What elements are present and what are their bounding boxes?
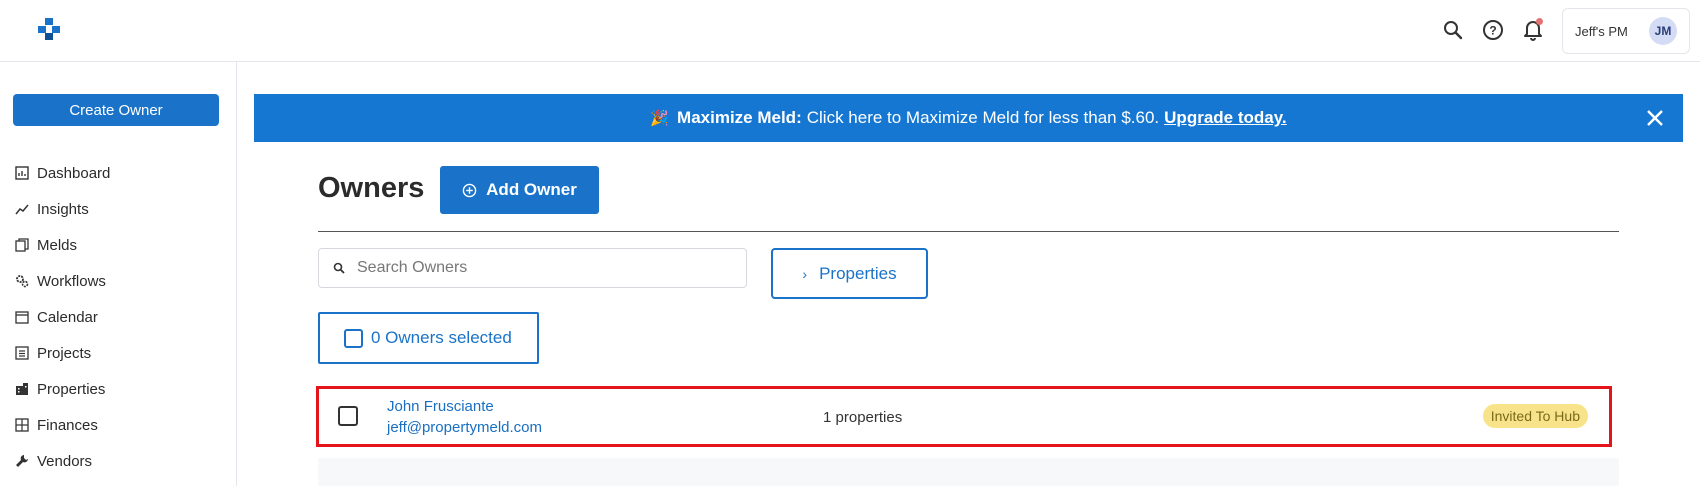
- owner-name-link[interactable]: John Frusciante: [387, 398, 494, 415]
- owner-email-link[interactable]: jeff@propertymeld.com: [387, 419, 542, 436]
- sidebar-item-label: Vendors: [37, 452, 93, 470]
- add-owner-button[interactable]: Add Owner: [440, 166, 599, 214]
- account-menu[interactable]: Jeff's PM JM: [1562, 8, 1690, 54]
- sidebar-item-label: Calendar: [37, 308, 98, 326]
- table-row[interactable]: John Frusciante jeff@propertymeld.com 1 …: [316, 386, 1612, 447]
- property-meld-logo[interactable]: [36, 17, 62, 43]
- owner-properties-count: 1 properties: [823, 409, 903, 426]
- sidebar-item-label: Workflows: [37, 272, 106, 290]
- add-owner-label: Add Owner: [486, 180, 577, 199]
- page-title: Owners: [318, 172, 425, 204]
- dashboard-icon: [14, 165, 30, 181]
- insights-icon: [14, 201, 30, 217]
- close-icon[interactable]: [1645, 108, 1665, 128]
- sidebar-item-label: Properties: [37, 380, 106, 398]
- notification-dot: [1536, 18, 1543, 25]
- avatar: JM: [1649, 17, 1677, 45]
- row-checkbox[interactable]: [338, 406, 358, 426]
- sidebar-item-projects[interactable]: Projects: [0, 335, 236, 371]
- account-name: Jeff's PM: [1575, 23, 1628, 39]
- plus-circle-icon: [462, 183, 477, 197]
- search-box[interactable]: [318, 248, 747, 288]
- projects-icon: [14, 345, 30, 361]
- sidebar: Create Owner Dashboard Insights Melds Wo…: [0, 62, 237, 486]
- sidebar-item-label: Finances: [37, 416, 98, 434]
- select-all-checkbox[interactable]: [344, 328, 363, 348]
- properties-filter-label: Properties: [819, 263, 897, 283]
- chevron-right-icon: ›: [802, 265, 808, 282]
- top-bar: ? Jeff's PM JM: [0, 0, 1700, 62]
- sidebar-item-melds[interactable]: Melds: [0, 227, 236, 263]
- sidebar-item-vendors[interactable]: Vendors: [0, 443, 236, 479]
- properties-icon: [14, 381, 30, 397]
- upgrade-banner[interactable]: 🎉 Maximize Meld: Click here to Maximize …: [254, 94, 1683, 142]
- sidebar-item-label: Dashboard: [37, 164, 111, 182]
- create-owner-button[interactable]: Create Owner: [13, 94, 219, 126]
- workflows-icon: [14, 273, 30, 289]
- vendors-icon: [14, 453, 30, 469]
- sidebar-item-properties[interactable]: Properties: [0, 371, 236, 407]
- sidebar-item-insights[interactable]: Insights: [0, 191, 236, 227]
- status-badge: Invited To Hub: [1482, 404, 1588, 428]
- sidebar-item-label: Melds: [37, 236, 78, 254]
- search-owners-input[interactable]: [357, 259, 727, 277]
- banner-text: Click here to Maximize Meld for less tha…: [806, 108, 1160, 127]
- search-icon: [333, 262, 345, 274]
- upgrade-link[interactable]: Upgrade today.: [1164, 108, 1286, 128]
- search-icon[interactable]: [1440, 17, 1466, 43]
- divider: [318, 231, 1619, 232]
- next-row-placeholder: [318, 458, 1619, 486]
- sidebar-item-workflows[interactable]: Workflows: [0, 263, 236, 299]
- bell-icon[interactable]: [1520, 17, 1546, 43]
- party-popper-icon: 🎉: [650, 110, 670, 127]
- help-icon[interactable]: ?: [1480, 17, 1506, 43]
- sidebar-item-label: Projects: [37, 344, 92, 362]
- properties-filter-button[interactable]: › Properties: [771, 248, 928, 299]
- calendar-icon: [14, 309, 30, 325]
- svg-text:?: ?: [1489, 24, 1496, 38]
- sidebar-item-label: Insights: [37, 200, 89, 218]
- finances-icon: [14, 417, 30, 433]
- sidebar-item-finances[interactable]: Finances: [0, 407, 236, 443]
- banner-headline: Maximize Meld:: [677, 108, 802, 127]
- sidebar-item-dashboard[interactable]: Dashboard: [0, 155, 236, 191]
- owners-selected-label: 0 Owners selected: [371, 328, 512, 347]
- melds-icon: [14, 237, 30, 253]
- sidebar-item-calendar[interactable]: Calendar: [0, 299, 236, 335]
- sidebar-nav: Dashboard Insights Melds Workflows Calen…: [0, 155, 236, 479]
- select-all-owners[interactable]: 0 Owners selected: [318, 312, 539, 364]
